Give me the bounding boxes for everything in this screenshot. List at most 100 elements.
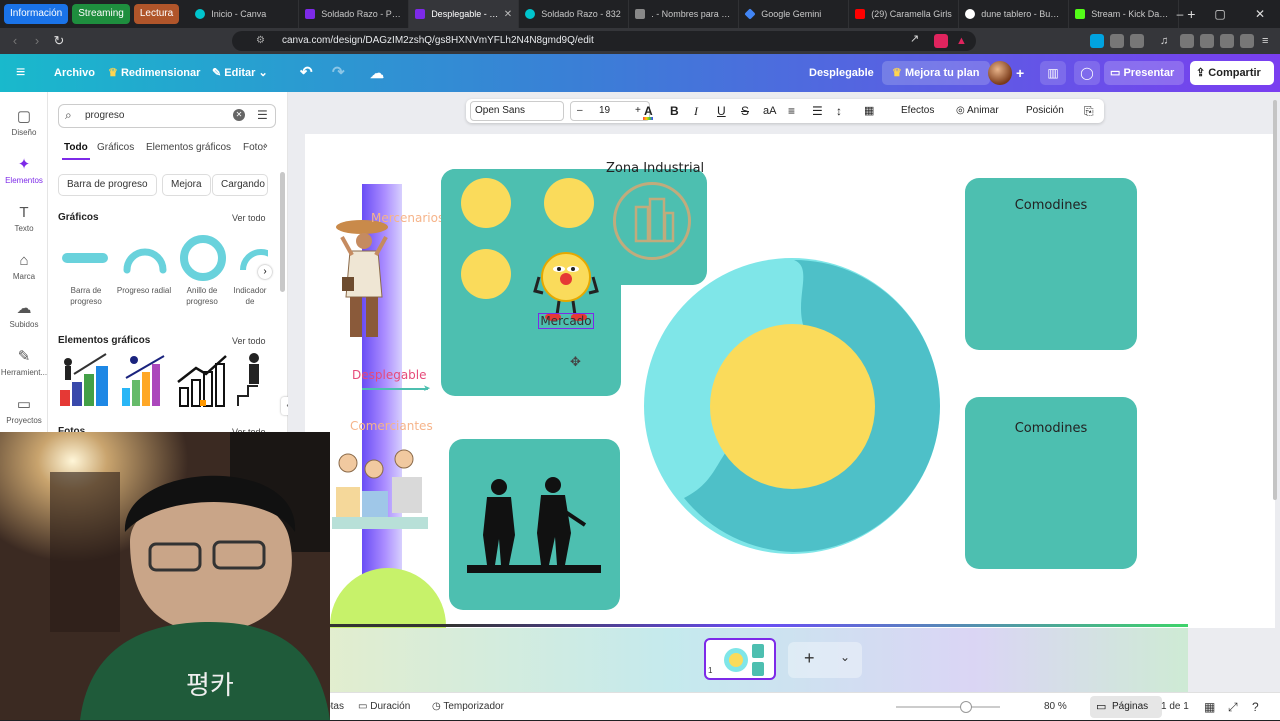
page-thumbnail[interactable]: 1	[704, 638, 776, 680]
timer-button[interactable]: ◷ Temporizador	[432, 693, 504, 721]
merchants-illustration[interactable]	[330, 447, 430, 535]
browser-tab[interactable]: dune tablero - Busca	[959, 0, 1070, 28]
radial-progress-thumb[interactable]	[122, 242, 168, 288]
rail-item-tools[interactable]: ✎ Herramient...	[0, 342, 48, 386]
see-all-elementos-link[interactable]: Ver todo	[232, 336, 266, 346]
browser-tab[interactable]: Inicio - Canva	[189, 0, 300, 28]
growth-chart-graphic[interactable]	[58, 352, 112, 408]
media-icon[interactable]: ♫	[1160, 34, 1174, 48]
insights-icon[interactable]: ▥	[1040, 61, 1066, 85]
url-field[interactable]: ⚙ canva.com/design/DAGzIM2zshQ/gs8HXNVmY…	[232, 31, 976, 51]
canvas-scrollbar[interactable]	[1273, 100, 1277, 500]
tab-elementos-graficos[interactable]: Elementos gráficos	[146, 142, 231, 153]
tab-group-lectura[interactable]: Lectura	[133, 4, 180, 24]
document-title[interactable]: Desplegable	[809, 54, 874, 92]
effects-button[interactable]: Efectos	[901, 99, 934, 123]
italic-icon[interactable]: I	[694, 99, 698, 123]
wildcard-zone-bottom[interactable]: Comodines	[965, 397, 1137, 569]
forward-icon[interactable]: ›	[26, 30, 48, 52]
hamburger-menu-icon[interactable]: ≡	[16, 54, 25, 92]
grid-view-icon[interactable]: ▦	[1204, 693, 1215, 721]
browser-tab[interactable]: Google Gemini	[739, 0, 850, 28]
maximize-icon[interactable]: ▢	[1200, 0, 1240, 28]
lime-circle[interactable]	[330, 568, 446, 628]
redo-icon[interactable]: ↷	[332, 54, 345, 92]
scroll-right-icon[interactable]: ›	[258, 265, 272, 279]
comodines-title[interactable]: Comodines	[965, 198, 1137, 213]
rail-item-text[interactable]: T Texto	[0, 198, 48, 242]
comment-icon[interactable]: ◯	[1074, 61, 1100, 85]
vpn-icon[interactable]	[1240, 34, 1254, 48]
file-menu[interactable]: Archivo	[54, 54, 95, 92]
yellow-token[interactable]	[461, 249, 511, 299]
panel-scrollbar[interactable]	[280, 172, 285, 292]
fullscreen-icon[interactable]: ⤢	[1228, 693, 1238, 721]
pages-button[interactable]: ▭ Páginas	[1090, 696, 1162, 718]
chip-mejora[interactable]: Mejora	[162, 174, 211, 196]
progress-bar-thumb[interactable]	[62, 253, 108, 263]
list-icon[interactable]: ☰	[812, 99, 823, 123]
close-window-icon[interactable]: ✕	[1240, 0, 1280, 28]
comerciantes-label[interactable]: Comerciantes	[350, 419, 433, 433]
browser-tab[interactable]: (29) Caramella Girls	[849, 0, 960, 28]
cartoon-coin-character[interactable]	[533, 247, 599, 323]
comodines-title[interactable]: Comodines	[965, 421, 1137, 436]
tab-todo[interactable]: Todo	[64, 142, 88, 153]
position-button[interactable]: Posición	[1026, 99, 1064, 123]
zona-industrial-title[interactable]: Zona Industrial	[606, 161, 704, 176]
add-collaborator-icon[interactable]: +	[1016, 54, 1024, 92]
share-button[interactable]: ⇪ Compartir	[1190, 61, 1274, 85]
rail-item-uploads[interactable]: ☁ Subidos	[0, 294, 48, 338]
resize-menu[interactable]: ♛ Redimensionar	[108, 54, 200, 92]
extension-icon[interactable]	[1200, 34, 1214, 48]
progress-ring-thumb[interactable]	[180, 235, 226, 281]
mercado-label[interactable]: Mercado	[538, 313, 594, 329]
bold-icon[interactable]: B	[670, 99, 679, 123]
avatar[interactable]	[988, 61, 1012, 85]
text-case-icon[interactable]: aA	[763, 99, 776, 123]
font-size-stepper[interactable]: – 19 +	[570, 101, 650, 121]
extension-icon[interactable]	[1220, 34, 1234, 48]
site-info-icon[interactable]: ⚙	[256, 31, 265, 51]
notes-button[interactable]: Notas	[330, 693, 344, 721]
rail-item-design[interactable]: ▢ Diseño	[0, 102, 48, 146]
edit-menu[interactable]: ✎ Editar ⌄	[212, 54, 268, 92]
growth-chart-graphic[interactable]	[118, 352, 172, 408]
font-size-value[interactable]: 19	[599, 102, 610, 120]
sidebar-icon[interactable]	[1180, 34, 1194, 48]
extension-icon[interactable]	[1090, 34, 1104, 48]
mercenarios-label[interactable]: Mercenarios	[371, 211, 444, 225]
tab-group-informacion[interactable]: Información	[4, 4, 69, 24]
transparency-icon[interactable]: ▦	[864, 99, 874, 123]
menu-icon[interactable]: ≡	[1262, 34, 1276, 48]
chip-cargando[interactable]: Cargando	[212, 174, 268, 196]
align-center-icon[interactable]: ≡	[788, 99, 795, 123]
design-page[interactable]: Mercenarios Desplegable ➤ Comerciantes Z…	[305, 134, 1275, 628]
filter-icon[interactable]: ☰	[257, 108, 268, 122]
tab-group-streaming[interactable]: Streaming	[72, 4, 130, 24]
growth-chart-graphic[interactable]	[234, 352, 268, 408]
central-yellow-core[interactable]	[710, 324, 875, 489]
extension-icon[interactable]	[1130, 34, 1144, 48]
rail-item-brand[interactable]: ⌂ Marca	[0, 246, 48, 290]
strikethrough-icon[interactable]: S	[741, 99, 749, 123]
rail-item-projects[interactable]: ▭ Proyectos	[0, 390, 48, 434]
browser-tab[interactable]: . - Nombres para fas	[629, 0, 740, 28]
share-page-icon[interactable]: ↗	[910, 32, 919, 45]
tab-fotos[interactable]: Fotos	[243, 142, 265, 153]
extension-icon[interactable]	[1110, 34, 1124, 48]
villager-illustration[interactable]	[332, 217, 396, 349]
copy-style-icon[interactable]: ⎘	[1084, 99, 1094, 123]
clear-search-icon[interactable]: ✕	[233, 109, 245, 121]
help-icon[interactable]: ?	[1252, 693, 1259, 721]
tab-graficos[interactable]: Gráficos	[97, 142, 134, 153]
undo-icon[interactable]: ↶	[300, 54, 313, 92]
upgrade-button[interactable]: ♛ Mejora tu plan	[882, 61, 990, 85]
growth-chart-graphic[interactable]	[176, 352, 230, 408]
chevron-down-icon[interactable]: ⌄	[840, 650, 850, 664]
font-family-select[interactable]: Open Sans	[470, 101, 564, 121]
army-zone[interactable]	[449, 439, 620, 610]
present-button[interactable]: ▭ Presentar	[1104, 61, 1184, 85]
zoom-level[interactable]: 80 %	[1044, 693, 1067, 721]
extension-icon[interactable]	[934, 34, 948, 48]
